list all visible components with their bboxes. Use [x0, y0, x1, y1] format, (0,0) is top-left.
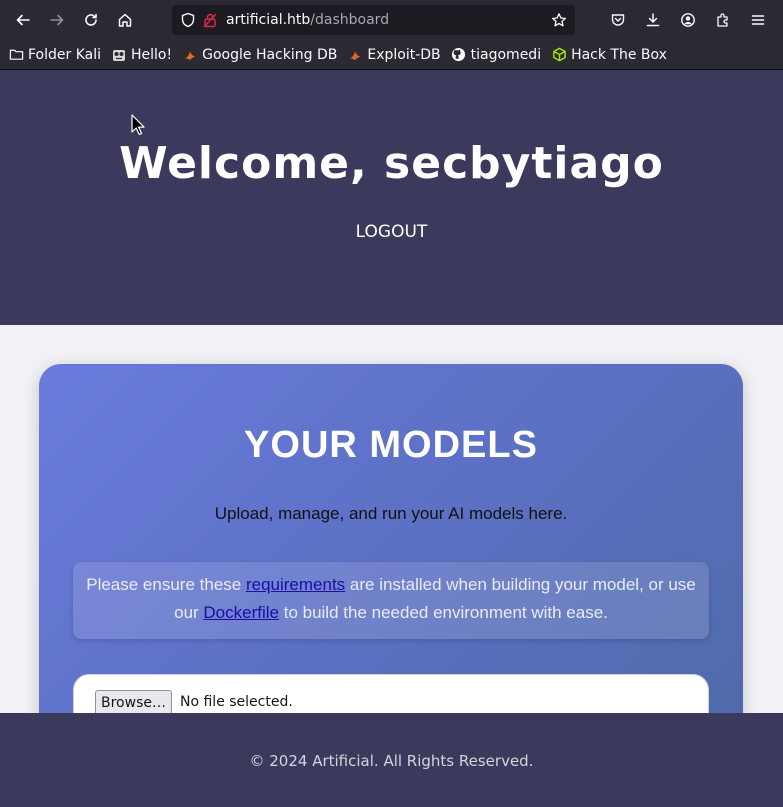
download-icon[interactable] — [635, 4, 670, 36]
bookmark-star-icon[interactable] — [551, 12, 567, 28]
notice-text: Please ensure these — [86, 575, 246, 594]
folder-icon — [8, 47, 24, 63]
shield-icon[interactable] — [180, 12, 196, 28]
requirements-link[interactable]: requirements — [246, 575, 345, 594]
footer-copyright: © 2024 Artificial. All Rights Reserved. — [249, 752, 534, 770]
insecure-lock-icon[interactable] — [202, 12, 218, 28]
extensions-icon[interactable] — [705, 4, 740, 36]
exploit-icon — [347, 47, 363, 63]
dockerfile-link[interactable]: Dockerfile — [203, 603, 279, 622]
github-icon — [451, 47, 467, 63]
url-bar[interactable]: artificial.htb/dashboard — [172, 5, 575, 35]
url-text[interactable]: artificial.htb/dashboard — [226, 12, 389, 28]
back-arrow-icon[interactable] — [6, 4, 40, 36]
bookmark-folder-kali[interactable]: Folder Kali — [8, 47, 101, 63]
page-viewport: Welcome, secbytiago LOGOUT YOUR MODELS U… — [0, 70, 783, 807]
home-icon[interactable] — [108, 4, 142, 36]
owl-icon — [111, 47, 127, 63]
footer: © 2024 Artificial. All Rights Reserved. — [0, 713, 783, 807]
requirements-notice: Please ensure these requirements are ins… — [73, 562, 709, 639]
logout-link[interactable]: LOGOUT — [0, 222, 783, 242]
dashboard-header: Welcome, secbytiago LOGOUT — [0, 70, 783, 325]
models-title: YOUR MODELS — [244, 424, 538, 466]
bookmark-label: Folder Kali — [28, 46, 102, 63]
file-status: No file selected. — [180, 694, 293, 710]
notice-text: to build the needed environment with eas… — [279, 603, 608, 622]
reload-icon[interactable] — [74, 4, 108, 36]
bookmarks-bar: Folder Kali Hello! Google Hacking DB Exp… — [0, 40, 783, 70]
bookmark-exploit-db[interactable]: Exploit-DB — [347, 46, 441, 63]
account-icon[interactable] — [670, 4, 705, 36]
forward-arrow-icon[interactable] — [40, 4, 74, 36]
welcome-heading: Welcome, secbytiago — [119, 138, 664, 189]
bookmark-hack-the-box[interactable]: Hack The Box — [551, 47, 667, 63]
browse-button[interactable]: Browse… — [95, 690, 172, 715]
bookmark-hello[interactable]: Hello! — [111, 47, 172, 63]
exploit-icon — [182, 47, 198, 63]
browser-toolbar: artificial.htb/dashboard — [0, 0, 783, 40]
htb-cube-icon — [551, 47, 567, 63]
bookmark-label: Hack The Box — [571, 46, 667, 63]
bookmark-label: Exploit-DB — [367, 46, 441, 63]
bookmark-label: Hello! — [131, 46, 173, 63]
pocket-icon[interactable] — [600, 4, 635, 36]
mouse-cursor-icon — [131, 114, 145, 136]
url-path: /dashboard — [310, 12, 390, 28]
bookmark-label: tiagomedi — [470, 46, 542, 63]
bookmark-tiagomedi[interactable]: tiagomedi — [451, 47, 541, 63]
url-host: artificial.htb — [226, 12, 311, 28]
bookmark-label: Google Hacking DB — [202, 46, 338, 63]
hamburger-menu-icon[interactable] — [740, 4, 775, 36]
bookmark-google-hacking-db[interactable]: Google Hacking DB — [182, 47, 337, 63]
models-subtitle: Upload, manage, and run your AI models h… — [214, 504, 568, 523]
